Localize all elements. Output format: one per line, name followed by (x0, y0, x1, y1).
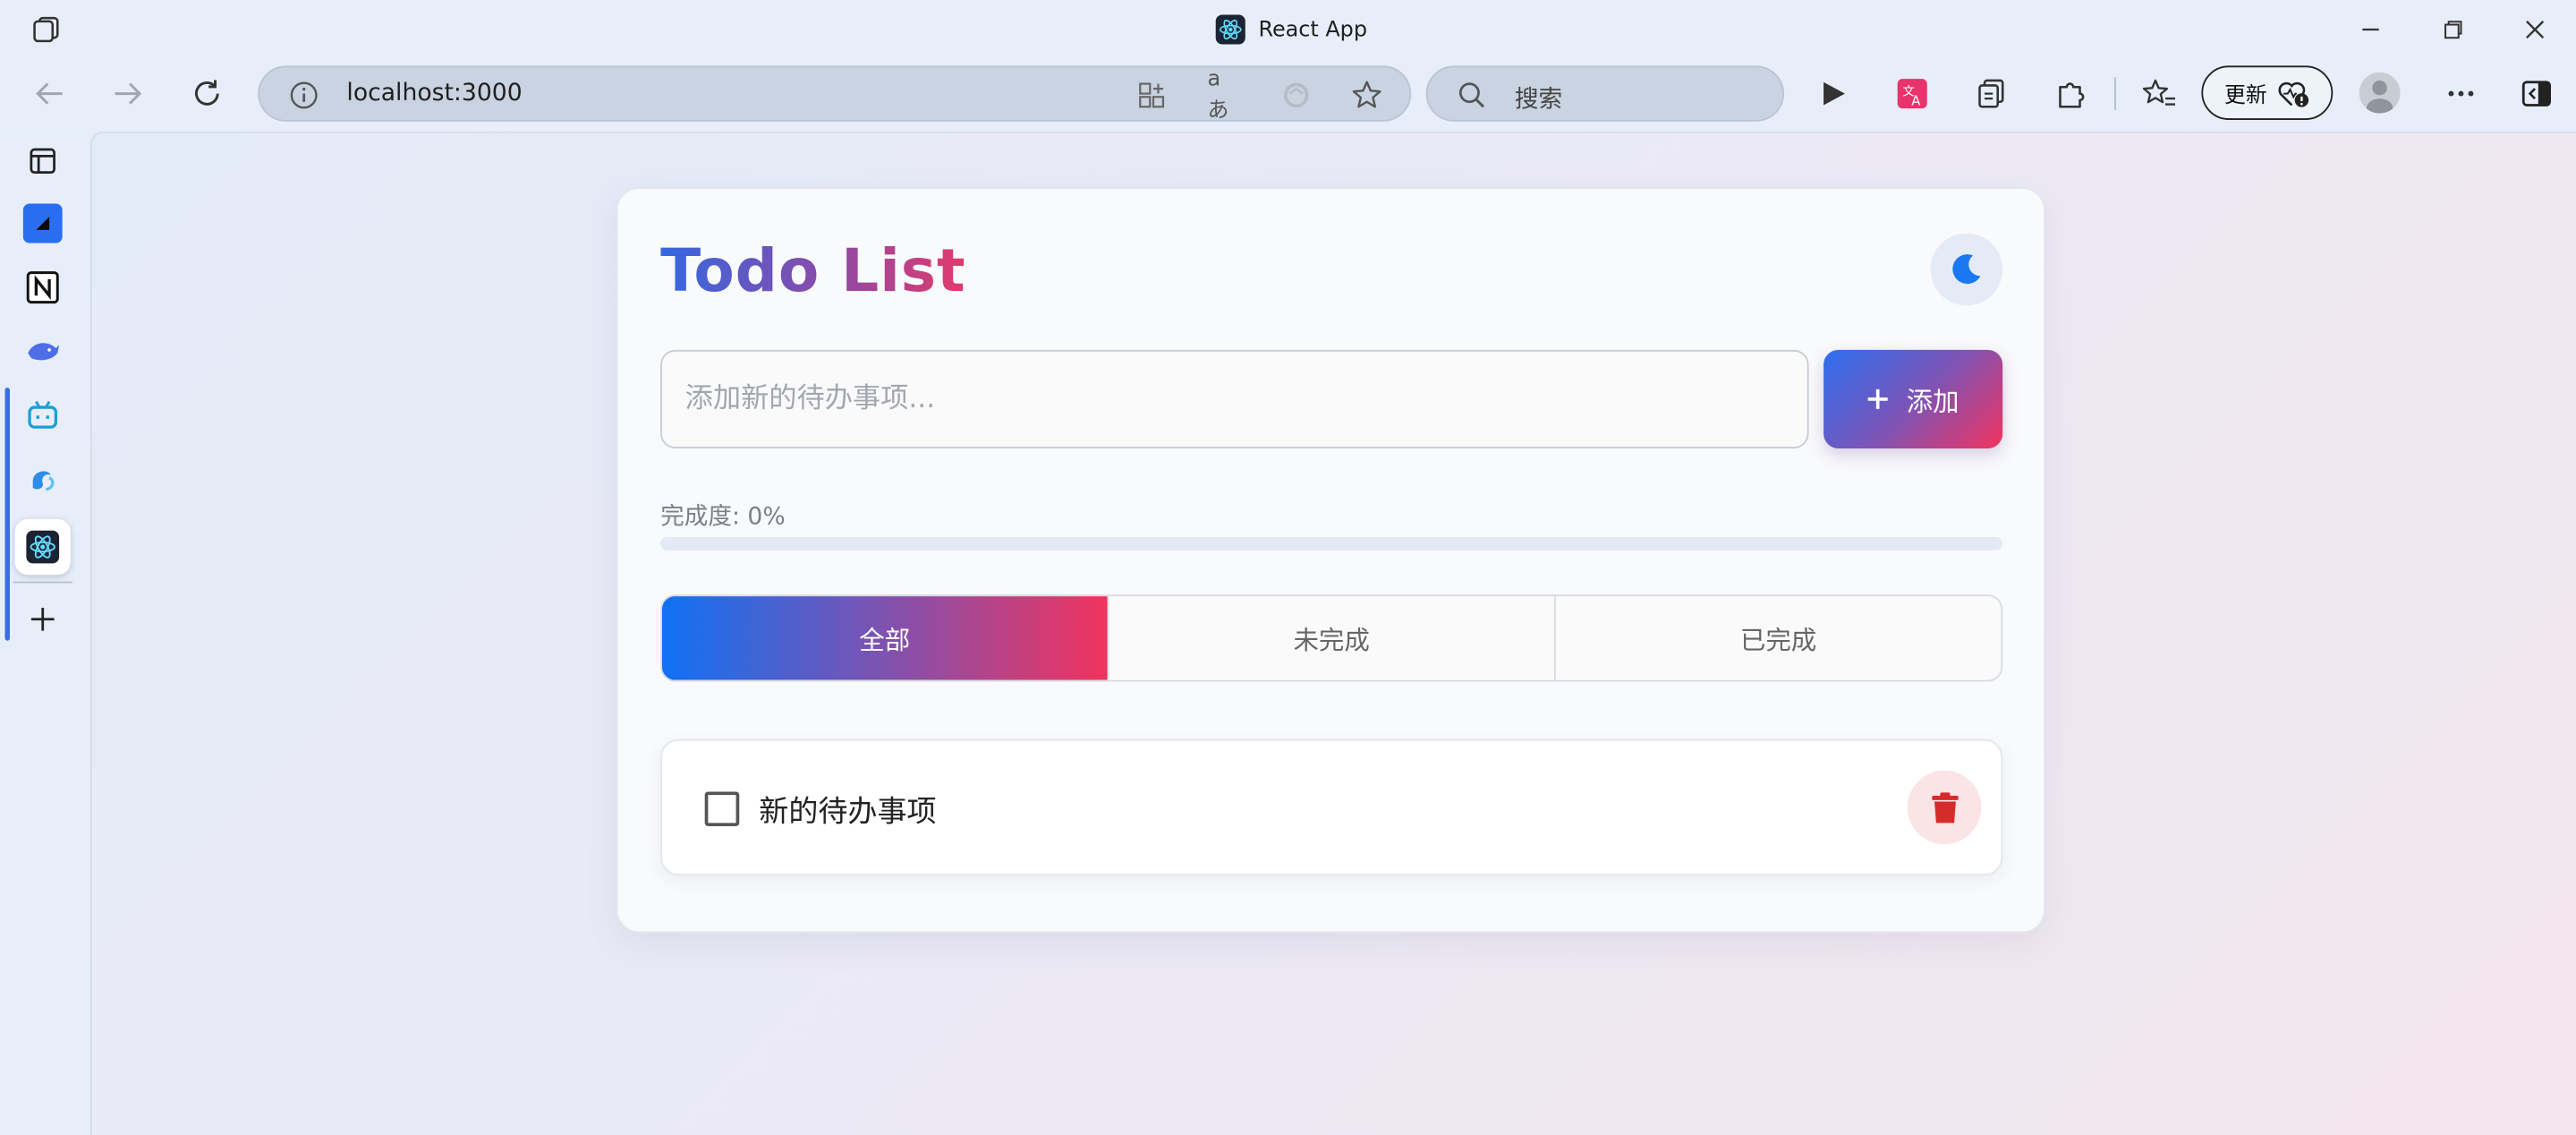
favorite-star-icon[interactable] (1350, 79, 1383, 112)
new-tab-plus-icon[interactable] (20, 596, 65, 642)
favorites-icon[interactable] (2134, 69, 2183, 118)
window-title: React App (1215, 12, 1367, 47)
react-app-tab[interactable] (14, 518, 71, 576)
refresh-button[interactable] (183, 69, 232, 118)
bird-tab-icon[interactable] (20, 457, 65, 502)
more-options-icon[interactable] (2436, 69, 2486, 118)
translate-extension-icon[interactable]: 文A (1888, 69, 1937, 118)
minimize-button[interactable] (2348, 10, 2393, 49)
forward-arrow-icon (115, 82, 142, 105)
extension-sync-icon[interactable] (1279, 79, 1313, 112)
plus-icon (1868, 388, 1889, 409)
filter-tab-all[interactable]: 全部 (661, 596, 1108, 680)
react-tab-icon (26, 530, 60, 564)
new-todo-input[interactable] (660, 349, 1809, 448)
close-button[interactable] (2512, 10, 2557, 49)
delete-todo-button[interactable] (1907, 770, 1982, 845)
search-placeholder: 搜索 (1514, 87, 1563, 114)
sidebar-divider (13, 581, 72, 584)
add-button-label: 添加 (1906, 386, 1960, 418)
play-icon[interactable] (1809, 69, 1858, 118)
address-bar[interactable]: localhost:3000 aあ (258, 65, 1412, 124)
notion-tab-icon[interactable] (20, 264, 65, 310)
refresh-icon (194, 80, 219, 106)
add-todo-button[interactable]: 添加 (1824, 349, 2003, 448)
todo-text: 新的待办事项 (759, 795, 937, 830)
theme-toggle-button[interactable] (1930, 233, 2003, 306)
filter-tab-active[interactable]: 未完成 (1107, 596, 1554, 680)
progress-bar (660, 537, 2003, 550)
forward-button[interactable] (104, 69, 153, 118)
address-text: localhost:3000 (346, 80, 523, 107)
site-info-icon[interactable] (287, 79, 320, 112)
todo-item: 新的待办事项 (660, 738, 2003, 876)
filter-tabs: 全部 未完成 已完成 (660, 594, 2003, 682)
sidebar-toggle-icon[interactable] (2512, 69, 2561, 118)
profile-avatar[interactable] (2359, 72, 2401, 114)
toolbar-divider (2114, 77, 2116, 110)
todo-card: Todo List 添加 完成度: 0% 全部 未完成 已完成 新的待办事项 (616, 187, 2045, 934)
filter-tab-completed[interactable]: 已完成 (1553, 596, 2001, 680)
search-box[interactable]: 搜索 (1425, 65, 1785, 122)
extensions-puzzle-icon[interactable] (2045, 69, 2095, 118)
trash-icon (1931, 791, 1958, 823)
svg-text:A: A (1911, 93, 1920, 108)
title-bar: React App (0, 0, 2576, 59)
read-aloud-icon[interactable]: aあ (1208, 67, 1241, 123)
update-label: 更新 (2224, 83, 2267, 109)
tab-group-accent (4, 388, 11, 641)
search-icon (1456, 79, 1489, 112)
todo-checkbox[interactable] (704, 791, 740, 827)
back-button[interactable] (25, 69, 74, 118)
blue-app-tab-icon[interactable] (20, 201, 65, 246)
update-button[interactable]: 更新 (2201, 65, 2334, 120)
collections-icon[interactable] (1967, 69, 2016, 118)
restore-button[interactable] (2430, 10, 2476, 49)
app-available-icon[interactable] (1135, 79, 1169, 112)
update-heart-icon (2278, 81, 2309, 107)
vertical-tab-sidebar (0, 131, 90, 1135)
dolphin-tab-icon[interactable] (20, 329, 65, 374)
react-logo-icon (1215, 14, 1245, 45)
vertical-tabs-icon[interactable] (20, 138, 65, 183)
progress-label: 完成度: 0% (660, 504, 786, 531)
moon-icon (1952, 254, 1981, 285)
app-heading: Todo List (660, 238, 966, 306)
back-arrow-icon (36, 82, 63, 105)
workspaces-icon[interactable] (28, 13, 64, 47)
bilibili-tab-icon[interactable] (20, 393, 65, 439)
window-title-text: React App (1258, 17, 1367, 42)
